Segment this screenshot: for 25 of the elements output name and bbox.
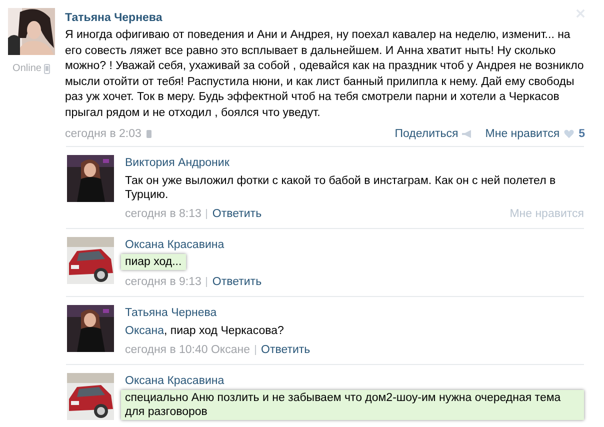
like-link[interactable]: Мне нравится — [485, 128, 560, 140]
online-status: Online — [12, 63, 42, 74]
reply-link[interactable]: Ответить — [261, 344, 310, 356]
author-link[interactable]: Татьяна Чернева — [125, 306, 217, 319]
comment-text: специально Аню позлить и не забываем что дом2-шоу-им нужна очередная тема для разговоров — [121, 390, 584, 420]
like-count: 5 — [578, 128, 585, 140]
comment-date: сегодня в 8:13 — [125, 208, 202, 220]
share-link[interactable]: Поделиться — [394, 128, 458, 140]
mobile-icon — [145, 128, 154, 139]
post-text: Я иногда офигиваю от поведения и Ани и Андрея, ну поехал кавалер на неделю, изменит... на его совесть ляжет все равно это всплывает в дальнейшем. И Анна хватит ныть! Ну сколько можно? ! Уважай себя, ухаживай за собой , одевайся как на праздник чтоб у Андрея не возникло мысли отойти от тебя! Распустила нюни, и как лист банный прилипла к нему. Дай ему свободы раз уж хочет. Ток в меру. Будь эффектной чтоб на тебя смотрели парни и хотели а Черкасов прыгал рядом и не отходил , боялся что уведут. — [65, 28, 585, 121]
author-link[interactable]: Татьяна Чернева — [65, 12, 162, 24]
reply-link[interactable]: Ответить — [212, 276, 262, 288]
mention-link[interactable]: Оксана — [125, 324, 164, 337]
comment-text: пиар ход... — [121, 254, 186, 270]
comment-text: Оксана, пиар ход Черкасова? — [125, 324, 284, 338]
author-link[interactable]: Оксана Красавина — [125, 238, 224, 251]
comment-date: сегодня в 9:13 — [125, 276, 202, 288]
author-link[interactable]: Виктория Андроник — [125, 156, 230, 169]
comment-text: Так он уже выложил фотки с какой то бабой в инстаграм. Как он с ней полетел в Турцию. — [125, 174, 557, 202]
author-link[interactable]: Оксана Красавина — [125, 374, 224, 387]
post-date: сегодня в 2:03 — [65, 128, 142, 140]
megaphone-icon — [461, 128, 474, 139]
comment-date: сегодня в 10:40 Оксане — [125, 344, 250, 356]
reply-link[interactable]: Ответить — [212, 208, 262, 220]
close-icon[interactable] — [576, 9, 585, 18]
